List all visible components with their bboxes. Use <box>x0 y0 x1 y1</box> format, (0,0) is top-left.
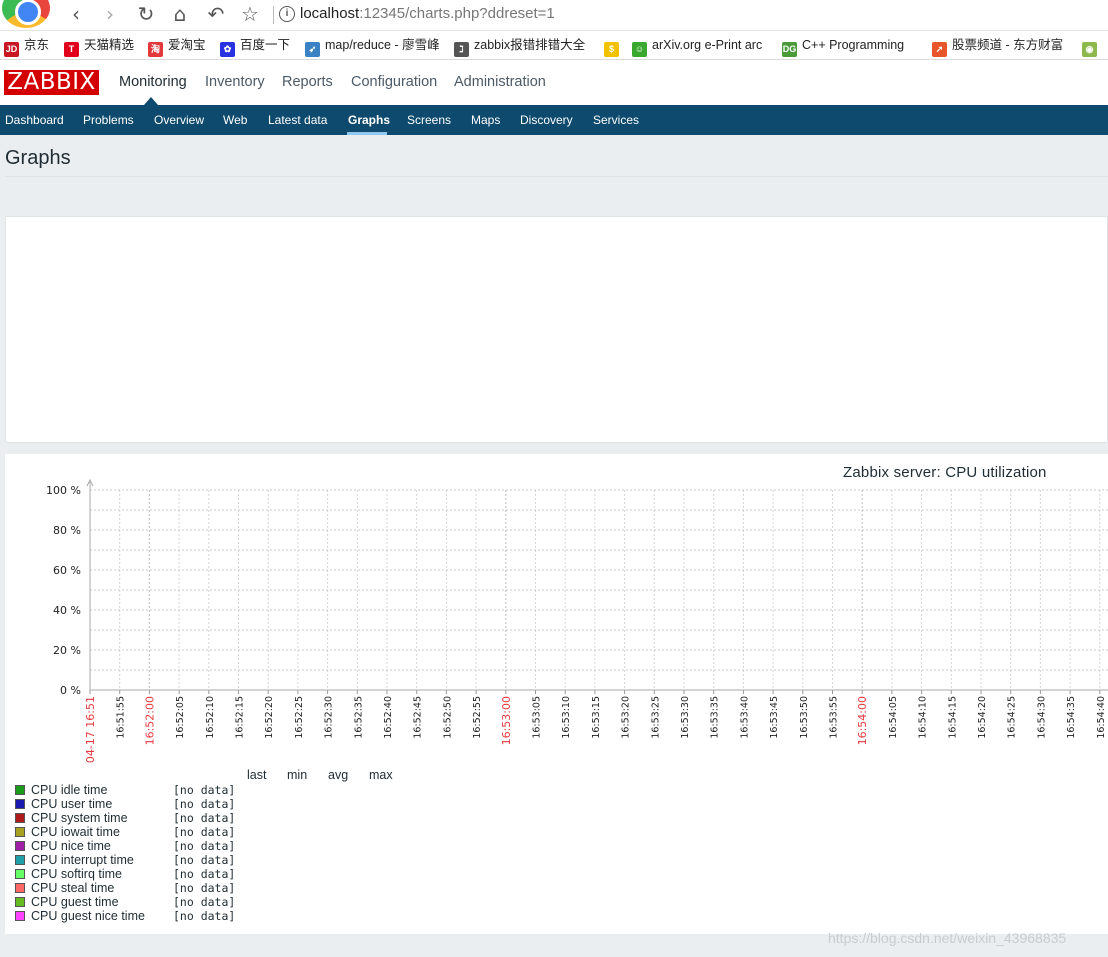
x-tick-label: 16:53:40 <box>739 696 750 739</box>
legend-series-name: CPU system time <box>31 811 128 825</box>
legend-value: [no data] <box>173 825 236 839</box>
x-tick-label: 16:53:25 <box>650 696 661 739</box>
legend-swatch <box>15 897 25 907</box>
x-tick-label: 16:52:20 <box>264 696 275 739</box>
x-tick-label: 16:54:05 <box>888 696 899 739</box>
watermark: https://blog.csdn.net/weixin_43968835 <box>828 930 1067 946</box>
x-tick-label: 16:53:50 <box>799 696 810 739</box>
legend-value: [no data] <box>173 811 236 825</box>
legend-value: [no data] <box>173 867 236 881</box>
legend-swatch <box>15 883 25 893</box>
legend-value: [no data] <box>173 881 236 895</box>
legend-swatch <box>15 785 25 795</box>
legend-value: [no data] <box>173 839 236 853</box>
x-tick-label: 16:52:00 <box>143 696 156 745</box>
x-tick-label: 16:53:35 <box>710 696 721 739</box>
legend-series-name: CPU guest time <box>31 895 119 909</box>
legend-item: CPU steal time [no data] <box>15 881 255 895</box>
x-tick-label: 16:51:55 <box>116 696 127 739</box>
x-tick-label: 04-17 16:51 <box>84 696 97 763</box>
legend-header-max: max <box>369 768 393 782</box>
x-tick-label: 16:54:20 <box>977 696 988 739</box>
x-tick-label: 16:53:10 <box>561 696 572 739</box>
legend-swatch <box>15 855 25 865</box>
legend-value: [no data] <box>173 783 236 797</box>
y-tick-label: 60 % <box>53 564 81 577</box>
legend-series-name: CPU nice time <box>31 839 111 853</box>
legend-series-name: CPU idle time <box>31 783 108 797</box>
x-tick-label: 16:52:25 <box>294 696 305 739</box>
x-tick-label: 16:54:25 <box>1007 696 1018 739</box>
legend-value: [no data] <box>173 895 236 909</box>
x-tick-label: 16:52:50 <box>442 696 453 739</box>
y-tick-label: 20 % <box>53 644 81 657</box>
x-tick-label: 16:52:35 <box>353 696 364 739</box>
legend-item: CPU guest nice time [no data] <box>15 909 255 923</box>
legend-series-name: CPU iowait time <box>31 825 120 839</box>
legend-item: CPU guest time [no data] <box>15 895 255 909</box>
legend-header-last: last <box>247 768 267 782</box>
x-tick-label: 16:52:05 <box>175 696 186 739</box>
x-tick-label: 16:53:20 <box>621 696 632 739</box>
legend-item: CPU softirq time [no data] <box>15 867 255 881</box>
x-tick-label: 16:53:05 <box>532 696 543 739</box>
x-tick-label: 16:54:15 <box>947 696 958 739</box>
legend-item: CPU system time [no data] <box>15 811 255 825</box>
x-tick-label: 16:54:10 <box>918 696 929 739</box>
legend-swatch <box>15 869 25 879</box>
legend-series-name: CPU guest nice time <box>31 909 145 923</box>
legend-series-name: CPU steal time <box>31 881 115 895</box>
x-tick-label: 16:53:15 <box>591 696 602 739</box>
x-tick-label: 16:54:40 <box>1096 696 1107 739</box>
legend-series-name: CPU user time <box>31 797 113 811</box>
legend-item: CPU nice time [no data] <box>15 839 255 853</box>
y-tick-label: 80 % <box>53 524 81 537</box>
legend-item: CPU iowait time [no data] <box>15 825 255 839</box>
x-tick-label: 16:54:30 <box>1036 696 1047 739</box>
legend-header-avg: avg <box>328 768 349 782</box>
x-tick-label: 16:52:40 <box>383 696 394 739</box>
x-tick-label: 16:54:35 <box>1066 696 1077 739</box>
x-tick-label: 16:52:15 <box>235 696 246 739</box>
x-tick-label: 16:53:55 <box>829 696 840 739</box>
x-tick-label: 16:52:30 <box>324 696 335 739</box>
legend-series-name: CPU softirq time <box>31 867 122 881</box>
legend-series-name: CPU interrupt time <box>31 853 134 867</box>
x-tick-label: 16:54:00 <box>856 696 869 745</box>
y-tick-label: 100 % <box>46 484 81 497</box>
legend-item: CPU user time [no data] <box>15 797 255 811</box>
legend-swatch <box>15 841 25 851</box>
legend-value: [no data] <box>173 797 236 811</box>
legend-swatch <box>15 911 25 921</box>
x-tick-label: 16:52:55 <box>472 696 483 739</box>
y-tick-label: 40 % <box>53 604 81 617</box>
legend-value: [no data] <box>173 853 236 867</box>
x-tick-label: 16:52:45 <box>413 696 424 739</box>
legend-item: CPU interrupt time [no data] <box>15 853 255 867</box>
legend-value: [no data] <box>173 909 236 923</box>
legend-header-min: min <box>287 768 308 782</box>
y-tick-label: 0 % <box>60 684 81 697</box>
x-tick-label: 16:52:10 <box>205 696 216 739</box>
x-tick-label: 16:53:00 <box>500 696 513 745</box>
legend-swatch <box>15 813 25 823</box>
legend-item: CPU idle time [no data] <box>15 783 255 797</box>
legend-swatch <box>15 827 25 837</box>
x-tick-label: 16:53:30 <box>680 696 691 739</box>
legend-swatch <box>15 799 25 809</box>
x-tick-label: 16:53:45 <box>769 696 780 739</box>
